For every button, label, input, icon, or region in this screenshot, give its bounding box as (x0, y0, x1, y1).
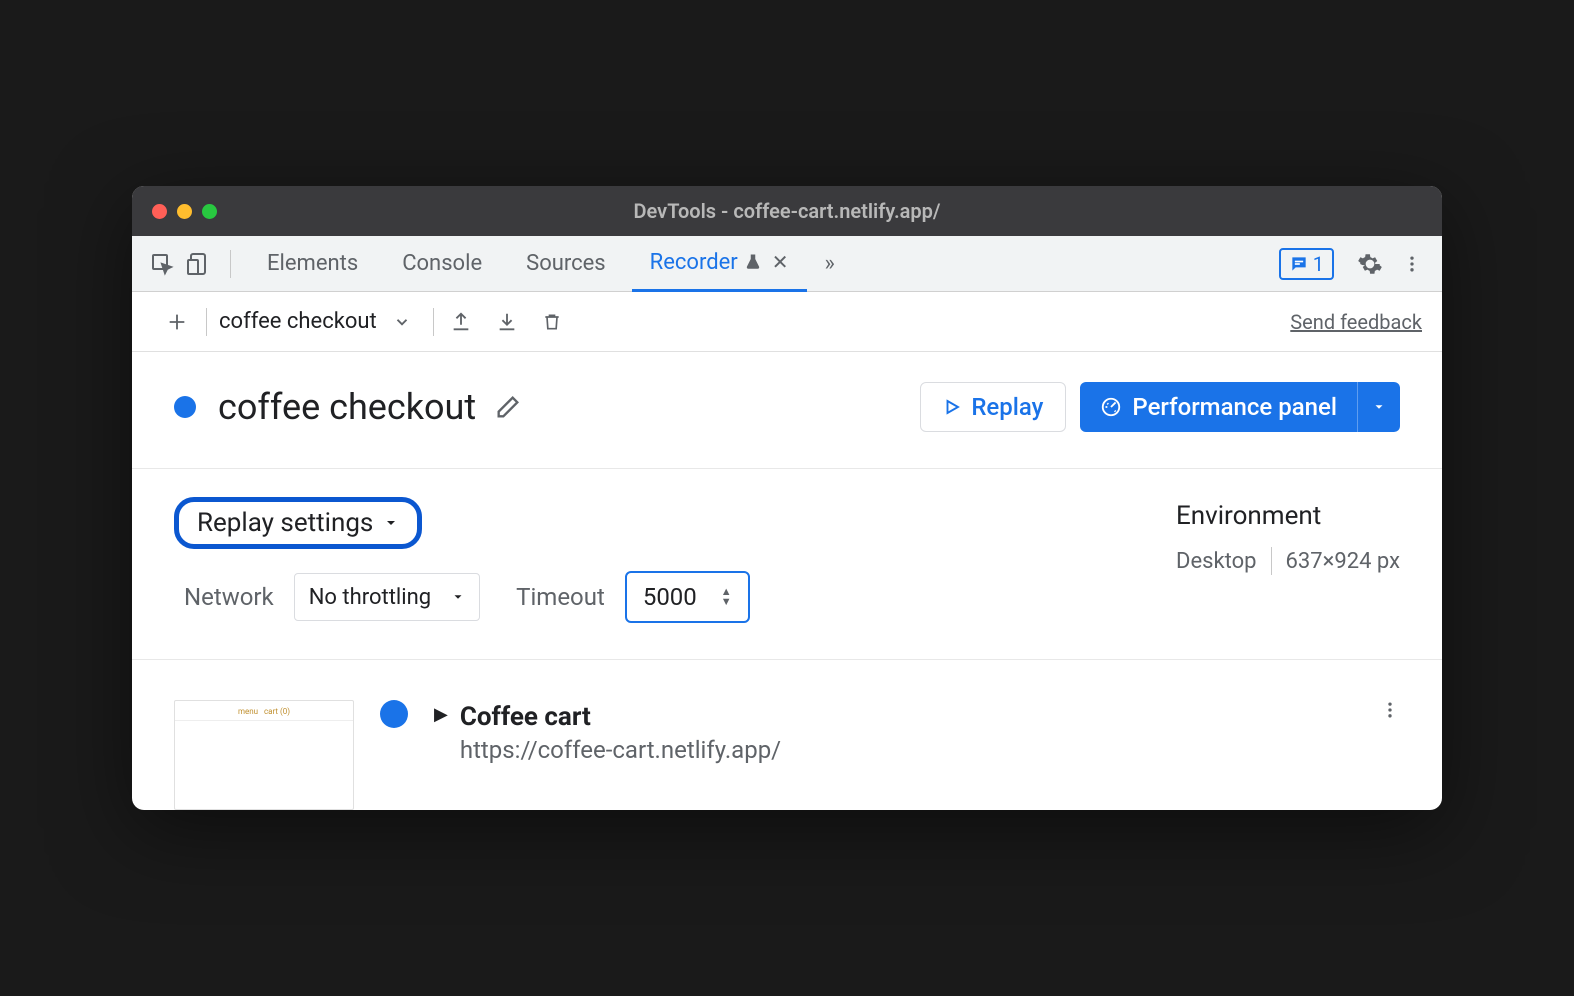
replay-button[interactable]: Replay (920, 382, 1066, 432)
network-label: Network (184, 583, 274, 611)
timeout-value: 5000 (643, 583, 697, 611)
step-thumbnail: menu cart (0) (174, 700, 354, 810)
environment-title: Environment (1176, 501, 1400, 531)
caret-down-icon (383, 515, 399, 531)
steps-section: menu cart (0) ▶ Coffee cart https://coff… (132, 660, 1442, 810)
inspect-icon[interactable] (148, 250, 176, 278)
issues-count: 1 (1313, 252, 1324, 276)
send-feedback-link[interactable]: Send feedback (1290, 310, 1422, 334)
divider (433, 308, 434, 336)
settings-icon[interactable] (1356, 250, 1384, 278)
environment-device: Desktop (1176, 549, 1257, 574)
timeline (374, 700, 414, 728)
divider (1271, 547, 1272, 575)
chat-icon (1289, 254, 1309, 274)
delete-icon[interactable] (530, 311, 574, 333)
environment-dimensions: 637×924 px (1286, 549, 1401, 574)
devtools-tabbar: Elements Console Sources Recorder ✕ » 1 (132, 236, 1442, 292)
import-icon[interactable] (484, 311, 530, 333)
maximize-window-button[interactable] (202, 204, 217, 219)
recording-selector-label: coffee checkout (211, 309, 393, 334)
step-url: https://coffee-cart.netlify.app/ (460, 736, 781, 764)
window-title: DevTools - coffee-cart.netlify.app/ (132, 199, 1442, 223)
issues-badge[interactable]: 1 (1279, 248, 1334, 280)
replay-settings-label: Replay settings (197, 508, 373, 538)
performance-panel-dropdown[interactable] (1357, 382, 1400, 432)
device-toggle-icon[interactable] (184, 250, 212, 278)
close-tab-icon[interactable]: ✕ (772, 250, 789, 274)
replay-settings-toggle[interactable]: Replay settings (174, 497, 422, 549)
window-controls (152, 204, 217, 219)
kebab-menu-icon[interactable] (1398, 250, 1426, 278)
network-throttling-select[interactable]: No throttling (294, 573, 480, 621)
expand-step-icon[interactable]: ▶ (434, 704, 448, 725)
edit-title-icon[interactable] (494, 393, 522, 421)
step-menu-icon[interactable] (1380, 700, 1400, 720)
step-item[interactable]: ▶ Coffee cart https://coffee-cart.netlif… (434, 700, 781, 764)
tab-recorder[interactable]: Recorder ✕ (632, 236, 807, 292)
minimize-window-button[interactable] (177, 204, 192, 219)
new-recording-button[interactable] (152, 311, 202, 333)
devtools-window: DevTools - coffee-cart.netlify.app/ Elem… (132, 186, 1442, 810)
export-icon[interactable] (438, 311, 484, 333)
divider (206, 308, 207, 336)
tab-recorder-label: Recorder (650, 250, 738, 275)
titlebar: DevTools - coffee-cart.netlify.app/ (132, 186, 1442, 236)
settings-section: Replay settings Network No throttling Ti… (132, 469, 1442, 660)
performance-panel-label: Performance panel (1132, 393, 1337, 421)
step-title: Coffee cart (460, 702, 781, 732)
network-throttling-value: No throttling (309, 585, 431, 610)
more-tabs-button[interactable]: » (815, 236, 845, 292)
recording-header: coffee checkout Replay Performance panel (132, 352, 1442, 469)
tab-sources[interactable]: Sources (508, 236, 624, 292)
tab-console[interactable]: Console (384, 236, 500, 292)
tab-elements[interactable]: Elements (249, 236, 376, 292)
timeout-label: Timeout (516, 583, 605, 611)
performance-panel-button[interactable]: Performance panel (1080, 382, 1400, 432)
close-window-button[interactable] (152, 204, 167, 219)
status-dot-icon (174, 396, 196, 418)
gauge-icon (1100, 396, 1122, 418)
flask-icon (744, 253, 762, 271)
recorder-toolbar: coffee checkout Send feedback (132, 292, 1442, 352)
caret-down-icon (451, 590, 465, 604)
recording-selector-dropdown[interactable] (393, 313, 411, 331)
replay-button-label: Replay (971, 393, 1043, 421)
divider (230, 250, 231, 278)
play-icon (943, 398, 961, 416)
timeline-dot-icon (380, 700, 408, 728)
environment-section: Environment Desktop 637×924 px (1176, 497, 1400, 575)
number-spinner-icon[interactable]: ▲▼ (721, 587, 732, 607)
recording-title: coffee checkout (218, 386, 476, 428)
timeout-input[interactable]: 5000 ▲▼ (625, 571, 750, 623)
